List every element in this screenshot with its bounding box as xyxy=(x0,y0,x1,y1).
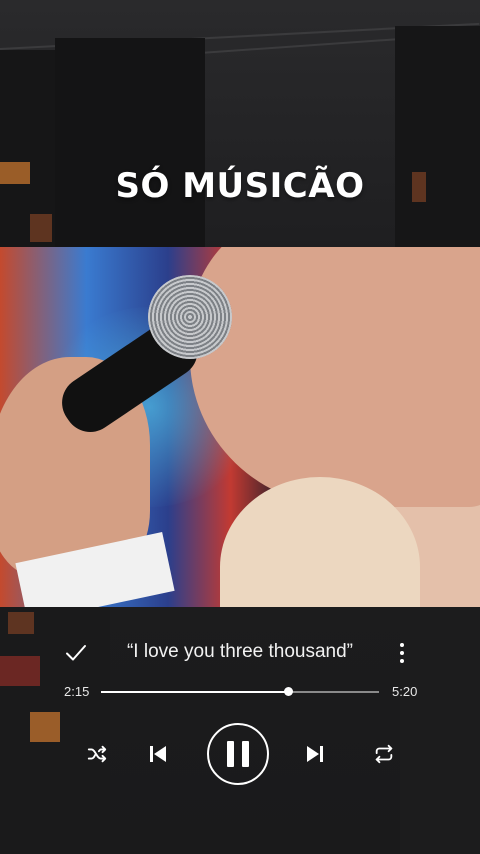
progress-bar[interactable] xyxy=(101,691,379,693)
microphone-head xyxy=(148,275,232,359)
video-frame[interactable] xyxy=(0,247,480,607)
repeat-icon[interactable] xyxy=(372,742,396,766)
pause-icon[interactable] xyxy=(207,723,269,785)
check-icon[interactable] xyxy=(64,641,88,665)
progress-fill xyxy=(101,691,289,693)
music-player: “I love you three thousand” 2:15 5:20 xyxy=(0,607,480,854)
current-time: 2:15 xyxy=(64,684,90,699)
more-vertical-icon[interactable] xyxy=(396,641,408,665)
building xyxy=(55,38,205,248)
progress-thumb[interactable] xyxy=(284,687,294,696)
building xyxy=(395,26,480,250)
page-title: SÓ MÚSICÃO xyxy=(115,166,365,206)
total-time: 5:20 xyxy=(392,684,418,699)
shuffle-icon[interactable] xyxy=(85,742,109,766)
skip-next-icon[interactable] xyxy=(303,742,327,766)
window-light xyxy=(30,214,52,242)
skip-previous-icon[interactable] xyxy=(146,742,170,766)
song-title: “I love you three thousand” xyxy=(126,641,354,662)
